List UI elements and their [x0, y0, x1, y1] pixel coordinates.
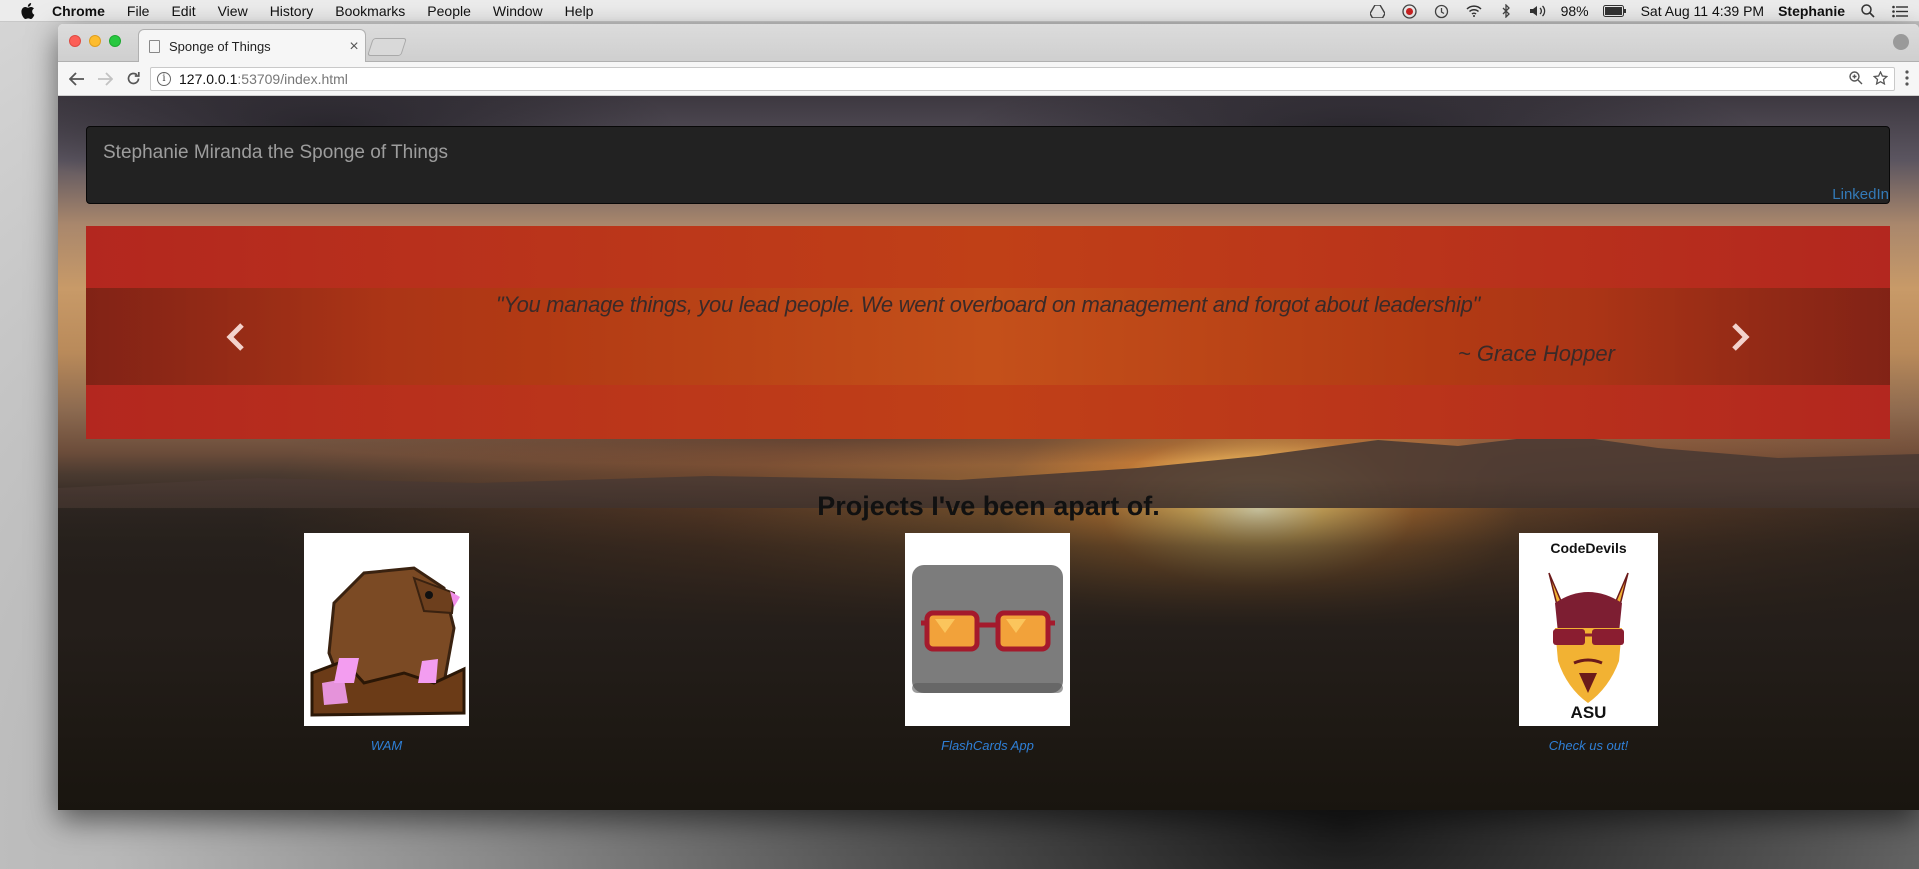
record-icon[interactable] [1401, 3, 1419, 19]
minimize-window-button[interactable] [89, 35, 101, 47]
tab-strip: Sponge of Things × [58, 24, 1919, 63]
project-card-codedevils: CodeDevils ASU Check us out! [1519, 533, 1658, 753]
carousel-bottom-band [86, 385, 1890, 439]
menu-app-name[interactable]: Chrome [52, 3, 105, 19]
menu-help[interactable]: Help [565, 3, 594, 19]
project-caption-wam[interactable]: WAM [304, 738, 469, 753]
menu-edit[interactable]: Edit [171, 3, 195, 19]
site-brand[interactable]: Stephanie Miranda the Sponge of Things [103, 142, 448, 164]
battery-percent: 98% [1560, 3, 1589, 19]
projects-heading: Projects I've been apart of. [817, 491, 1160, 521]
forward-arrow-icon[interactable] [92, 66, 118, 92]
back-arrow-icon[interactable] [64, 66, 90, 92]
close-window-button[interactable] [69, 35, 81, 47]
carousel-top-band [86, 226, 1890, 288]
notification-center-icon[interactable] [1891, 3, 1909, 19]
menu-file[interactable]: File [127, 3, 150, 19]
macos-menu-bar: Chrome File Edit View History Bookmarks … [0, 0, 1919, 22]
quote-carousel: "You manage things, you lead people. We … [86, 226, 1890, 439]
profile-icon[interactable] [1893, 34, 1909, 50]
project-card-wam: WAM [304, 533, 469, 753]
codedevils-logo-subtitle: ASU [1570, 703, 1607, 722]
menu-bookmarks[interactable]: Bookmarks [335, 3, 405, 19]
browser-window: Sponge of Things × i 127.0.0.1 :53709/in… [58, 24, 1919, 810]
url-host: 127.0.0.1 [179, 71, 238, 87]
wam-mole-image[interactable] [304, 533, 469, 726]
bluetooth-icon[interactable] [1497, 3, 1515, 19]
time-machine-icon[interactable] [1433, 3, 1451, 19]
browser-toolbar: i 127.0.0.1 :53709/index.html [58, 62, 1919, 96]
linkedin-link[interactable]: LinkedIn [1832, 186, 1889, 203]
page-viewport: Stephanie Miranda the Sponge of Things L… [58, 96, 1919, 810]
wifi-icon[interactable] [1465, 3, 1483, 19]
menu-window[interactable]: Window [493, 3, 543, 19]
project-card-flashcards: FlashCards App [905, 533, 1070, 753]
tab-close-icon[interactable]: × [343, 38, 365, 56]
menu-view[interactable]: View [218, 3, 248, 19]
chevron-left-icon [226, 322, 244, 351]
user-name[interactable]: Stephanie [1778, 3, 1845, 19]
clock[interactable]: Sat Aug 11 4:39 PM [1641, 3, 1765, 19]
url-path: :53709/index.html [237, 71, 348, 87]
address-bar[interactable]: i 127.0.0.1 :53709/index.html [150, 67, 1895, 91]
site-navbar: Stephanie Miranda the Sponge of Things L… [86, 126, 1890, 204]
window-controls [69, 35, 121, 47]
spotlight-search-icon[interactable] [1859, 3, 1877, 19]
carousel-quote-author: ~ Grace Hopper [1457, 341, 1615, 366]
menu-history[interactable]: History [270, 3, 314, 19]
project-caption-codedevils[interactable]: Check us out! [1519, 738, 1658, 753]
page-icon [149, 40, 160, 53]
zoom-icon[interactable] [1849, 70, 1863, 88]
chrome-menu-icon[interactable] [1901, 70, 1913, 91]
apple-menu-icon[interactable] [18, 0, 38, 22]
codedevils-logo-image[interactable]: CodeDevils ASU [1519, 533, 1658, 726]
battery-icon[interactable] [1602, 3, 1627, 19]
bookmark-star-icon[interactable] [1872, 69, 1889, 88]
volume-icon[interactable] [1529, 3, 1547, 19]
zoom-window-button[interactable] [109, 35, 121, 47]
menu-people[interactable]: People [427, 3, 471, 19]
tab-sponge-of-things[interactable]: Sponge of Things × [138, 29, 366, 63]
tab-title: Sponge of Things [169, 39, 271, 54]
flashcards-glasses-image[interactable] [905, 533, 1070, 726]
new-tab-button[interactable] [367, 38, 407, 56]
chevron-right-icon [1732, 322, 1750, 351]
site-info-icon[interactable]: i [157, 72, 171, 86]
page-content: Stephanie Miranda the Sponge of Things L… [58, 96, 1919, 810]
google-drive-icon[interactable] [1369, 3, 1387, 19]
project-caption-flashcards[interactable]: FlashCards App [905, 738, 1070, 753]
reload-icon[interactable] [120, 66, 146, 92]
carousel-quote: "You manage things, you lead people. We … [495, 292, 1481, 317]
